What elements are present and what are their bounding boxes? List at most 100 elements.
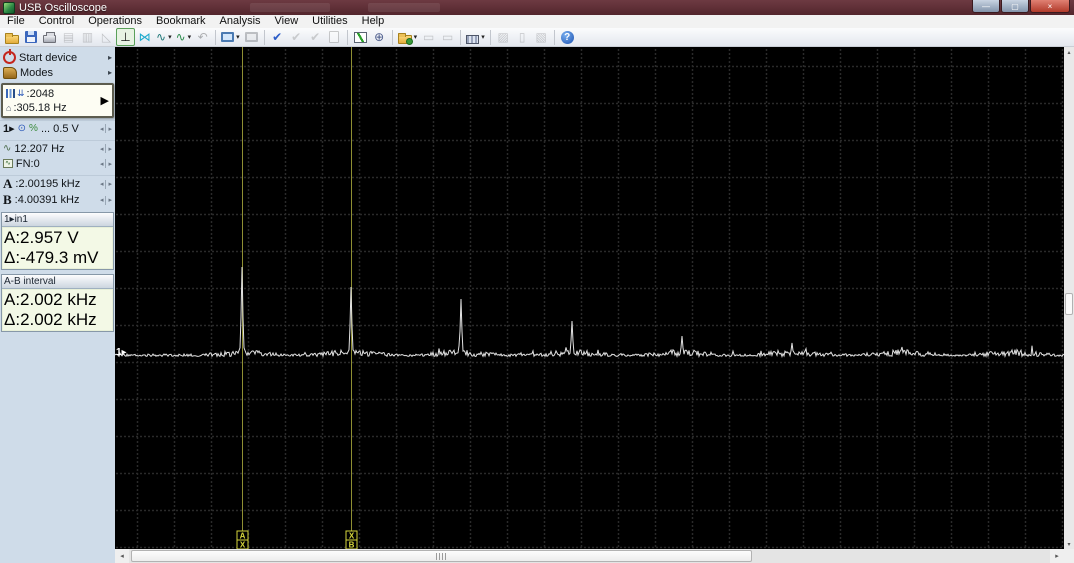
scroll-up-button[interactable]: ▴: [1064, 47, 1074, 57]
cursor-a-spinner[interactable]: ◂ ▸: [100, 179, 112, 189]
cursor-b-prefix: B: [3, 192, 12, 207]
menu-item-operations[interactable]: Operations: [81, 15, 149, 28]
horizontal-scrollbar[interactable]: ◂ ▸: [115, 549, 1064, 563]
open-icon: [4, 32, 19, 44]
value-display-icon: [466, 34, 480, 44]
fft-settings-panel[interactable]: ⇊ :2048 ⌂ :305.18 Hz ▶: [1, 83, 114, 118]
load-profile-button[interactable]: ▾: [396, 28, 420, 46]
report-button[interactable]: [325, 28, 344, 46]
wave-icon: ∿: [3, 143, 12, 154]
frequency-step-value: 12.207 Hz: [14, 142, 65, 155]
cursor-flag-label: X: [349, 532, 355, 541]
copy-data-button[interactable]: ▯: [513, 28, 532, 46]
start-device-label: Start device: [19, 51, 78, 64]
dropdown-arrow-icon[interactable]: ▾: [236, 33, 240, 41]
marker-prev-icon: ▭: [423, 30, 435, 44]
open-button[interactable]: [2, 28, 21, 46]
marker-prev-button[interactable]: ▭: [419, 28, 438, 46]
menu-item-bookmark[interactable]: Bookmark: [149, 15, 213, 28]
marker-next-icon: ▭: [442, 30, 454, 44]
modes-button[interactable]: Modes ▸: [0, 65, 115, 80]
menu-item-file[interactable]: File: [0, 15, 32, 28]
spectrum-plot[interactable]: 1▸ A X X B: [115, 47, 1064, 549]
function-spinner[interactable]: ◂ ▸: [100, 159, 112, 168]
toolbar-separator: [553, 29, 555, 45]
spin-right-icon[interactable]: ▸: [108, 160, 112, 168]
horizontal-scroll-thumb[interactable]: [131, 550, 752, 562]
menu-item-help[interactable]: Help: [355, 15, 392, 28]
cursor-a-frequency-row[interactable]: A :2.00195 kHz ◂ ▸: [0, 175, 115, 192]
marker-next-button[interactable]: ▭: [438, 28, 457, 46]
input-waveform-icon: ∿: [156, 30, 167, 44]
spin-left-icon[interactable]: ◂: [100, 196, 104, 204]
dropdown-arrow-icon[interactable]: ▾: [188, 33, 192, 41]
spin-left-icon[interactable]: ◂: [100, 145, 104, 153]
expand-icon[interactable]: ▶: [101, 94, 109, 107]
copy-image-button[interactable]: ▨: [494, 28, 513, 46]
output-waveform-button[interactable]: ∿ ▾: [174, 28, 194, 46]
help-icon: ?: [560, 30, 574, 44]
delta-voltage: Δ:-479.3 mV: [4, 248, 99, 267]
dropdown-arrow-icon[interactable]: ▾: [481, 33, 485, 41]
output-waveform-icon: ∿: [175, 30, 186, 44]
scroll-left-button[interactable]: ◂: [115, 549, 129, 563]
search-data-button[interactable]: ⊕: [370, 28, 389, 46]
dropdown-arrow-icon[interactable]: ▾: [414, 33, 418, 41]
save-button[interactable]: [21, 28, 40, 46]
interval-frequency-delta: Δ:2.002 kHz: [4, 310, 97, 329]
frequency-spinner[interactable]: ◂ ▸: [100, 144, 112, 153]
cursor-b-spinner[interactable]: ◂ ▸: [100, 195, 112, 205]
scroll-down-button[interactable]: ▾: [1064, 539, 1074, 549]
help-button[interactable]: ?: [558, 28, 577, 46]
print-button[interactable]: [40, 28, 59, 46]
erase-button[interactable]: ◺: [97, 28, 116, 46]
menu-item-utilities[interactable]: Utilities: [305, 15, 354, 28]
chevron-right-icon: ▸: [107, 53, 112, 62]
percent-icon: %: [29, 123, 38, 134]
menu-item-analysis[interactable]: Analysis: [213, 15, 268, 28]
spin-left-icon[interactable]: ◂: [100, 160, 104, 168]
copy-button[interactable]: ▤: [59, 28, 78, 46]
spin-right-icon[interactable]: ▸: [108, 196, 112, 204]
dropdown-arrow-icon[interactable]: ▾: [168, 33, 172, 41]
chart-window-button[interactable]: [351, 28, 370, 46]
input-waveform-button[interactable]: ∿ ▾: [154, 28, 174, 46]
menu-item-control[interactable]: Control: [32, 15, 81, 28]
spin-right-icon[interactable]: ▸: [108, 125, 112, 133]
spin-right-icon[interactable]: ▸: [108, 145, 112, 153]
vertical-scrollbar[interactable]: ▴ ▾: [1064, 47, 1074, 549]
maximize-button[interactable]: ▢: [1001, 0, 1029, 13]
channel-1-range-row[interactable]: 1▸ ⊙ % ... 0.5 V ◂ ▸: [0, 120, 115, 136]
spin-left-icon[interactable]: ◂: [100, 125, 104, 133]
display-settings-button[interactable]: ▾: [219, 28, 242, 46]
crop-button[interactable]: ▧: [532, 28, 551, 46]
cursor-flag-label: B: [349, 541, 355, 550]
spin-right-icon[interactable]: ▸: [108, 180, 112, 188]
duplicate-button[interactable]: ▥: [78, 28, 97, 46]
range-spinner[interactable]: ◂ ▸: [100, 124, 112, 133]
thumb-grip: [436, 552, 447, 560]
start-device-button[interactable]: Start device ▸: [0, 50, 115, 65]
window-title: USB Oscilloscope: [19, 1, 108, 14]
spectrum-mode-button[interactable]: ⊥: [116, 28, 135, 46]
cursor-flag-label: X: [240, 541, 246, 550]
undo-button[interactable]: ↶: [193, 28, 212, 46]
cursor-b-frequency-value: :4.00391 kHz: [14, 194, 80, 206]
frequency-step-row[interactable]: ∿ 12.207 Hz ◂ ▸: [0, 140, 115, 156]
display-freeze-button[interactable]: [242, 28, 261, 46]
apply-down-button[interactable]: ✔: [287, 28, 306, 46]
copy-icon: ▤: [62, 30, 75, 44]
toolbar-separator: [263, 29, 265, 45]
close-button[interactable]: ×: [1030, 0, 1070, 13]
function-row[interactable]: ∿ FN:0 ◂ ▸: [0, 156, 115, 171]
xy-view-button[interactable]: ⋈: [135, 28, 154, 46]
vertical-scroll-thumb[interactable]: [1065, 293, 1073, 315]
cursor-b-frequency-row[interactable]: B :4.00391 kHz ◂ ▸: [0, 192, 115, 208]
spin-left-icon[interactable]: ◂: [100, 180, 104, 188]
minimize-button[interactable]: —: [972, 0, 1000, 13]
value-display-button[interactable]: ▾: [464, 28, 487, 46]
apply-button[interactable]: ✔: [268, 28, 287, 46]
menu-item-view[interactable]: View: [268, 15, 306, 28]
apply-up-button[interactable]: ✔: [306, 28, 325, 46]
scroll-right-button[interactable]: ▸: [1050, 549, 1064, 563]
